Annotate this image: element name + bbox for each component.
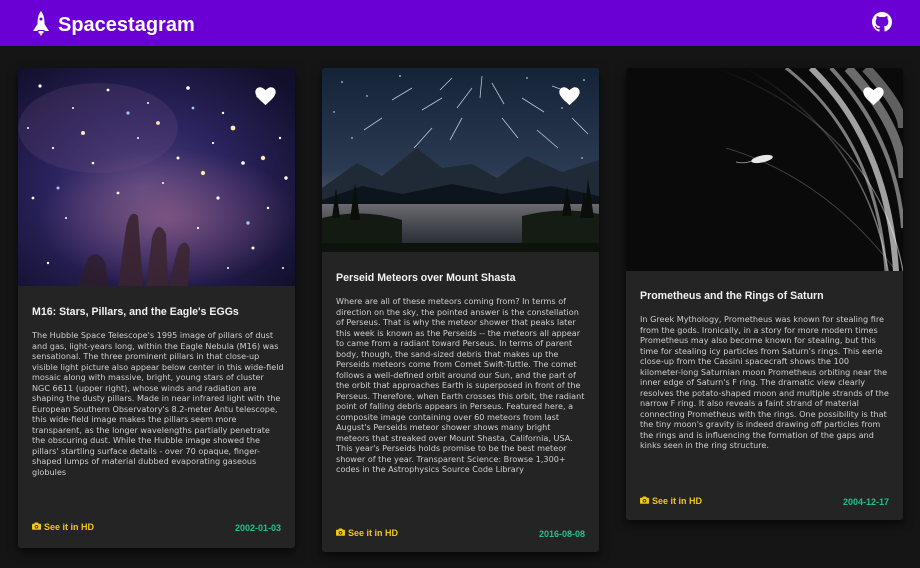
post-card: Prometheus and the Rings of Saturn In Gr… — [626, 68, 903, 520]
post-description: In Greek Mythology, Prometheus was known… — [640, 314, 889, 450]
like-heart-icon[interactable] — [559, 87, 580, 106]
post-card: Perseid Meteors over Mount Shasta Where … — [322, 68, 599, 552]
see-hd-label: See it in HD — [652, 496, 703, 506]
see-hd-label: See it in HD — [44, 522, 95, 532]
like-heart-icon[interactable] — [255, 87, 276, 106]
post-title: Prometheus and the Rings of Saturn — [640, 290, 824, 302]
see-hd-link[interactable]: See it in HD — [640, 496, 702, 506]
post-image[interactable] — [18, 68, 295, 286]
post-date: 2004-12-17 — [842, 497, 889, 507]
space-shuttle-icon — [31, 10, 51, 40]
post-description: Where are all of these meteors coming fr… — [336, 296, 585, 474]
github-icon[interactable] — [872, 12, 892, 32]
post-card: M16: Stars, Pillars, and the Eagle's EGG… — [18, 68, 295, 548]
camera-icon — [32, 522, 44, 532]
post-image[interactable] — [626, 68, 903, 271]
navbar: Spacestagram — [0, 0, 920, 46]
like-heart-icon[interactable] — [863, 87, 884, 106]
post-date: 2002-01-03 — [234, 523, 281, 533]
post-description: The Hubble Space Telescope's 1995 image … — [32, 330, 284, 477]
post-date: 2016-08-08 — [538, 529, 585, 539]
see-hd-label: See it in HD — [348, 528, 399, 538]
post-image[interactable] — [322, 68, 599, 252]
see-hd-link[interactable]: See it in HD — [32, 522, 94, 532]
post-title: Perseid Meteors over Mount Shasta — [336, 272, 516, 284]
see-hd-link[interactable]: See it in HD — [336, 528, 398, 538]
app-title: Spacestagram — [58, 14, 195, 36]
camera-icon — [336, 528, 348, 538]
camera-icon — [640, 496, 652, 506]
brand[interactable]: Spacestagram — [31, 10, 195, 40]
post-title: M16: Stars, Pillars, and the Eagle's EGG… — [32, 306, 239, 318]
